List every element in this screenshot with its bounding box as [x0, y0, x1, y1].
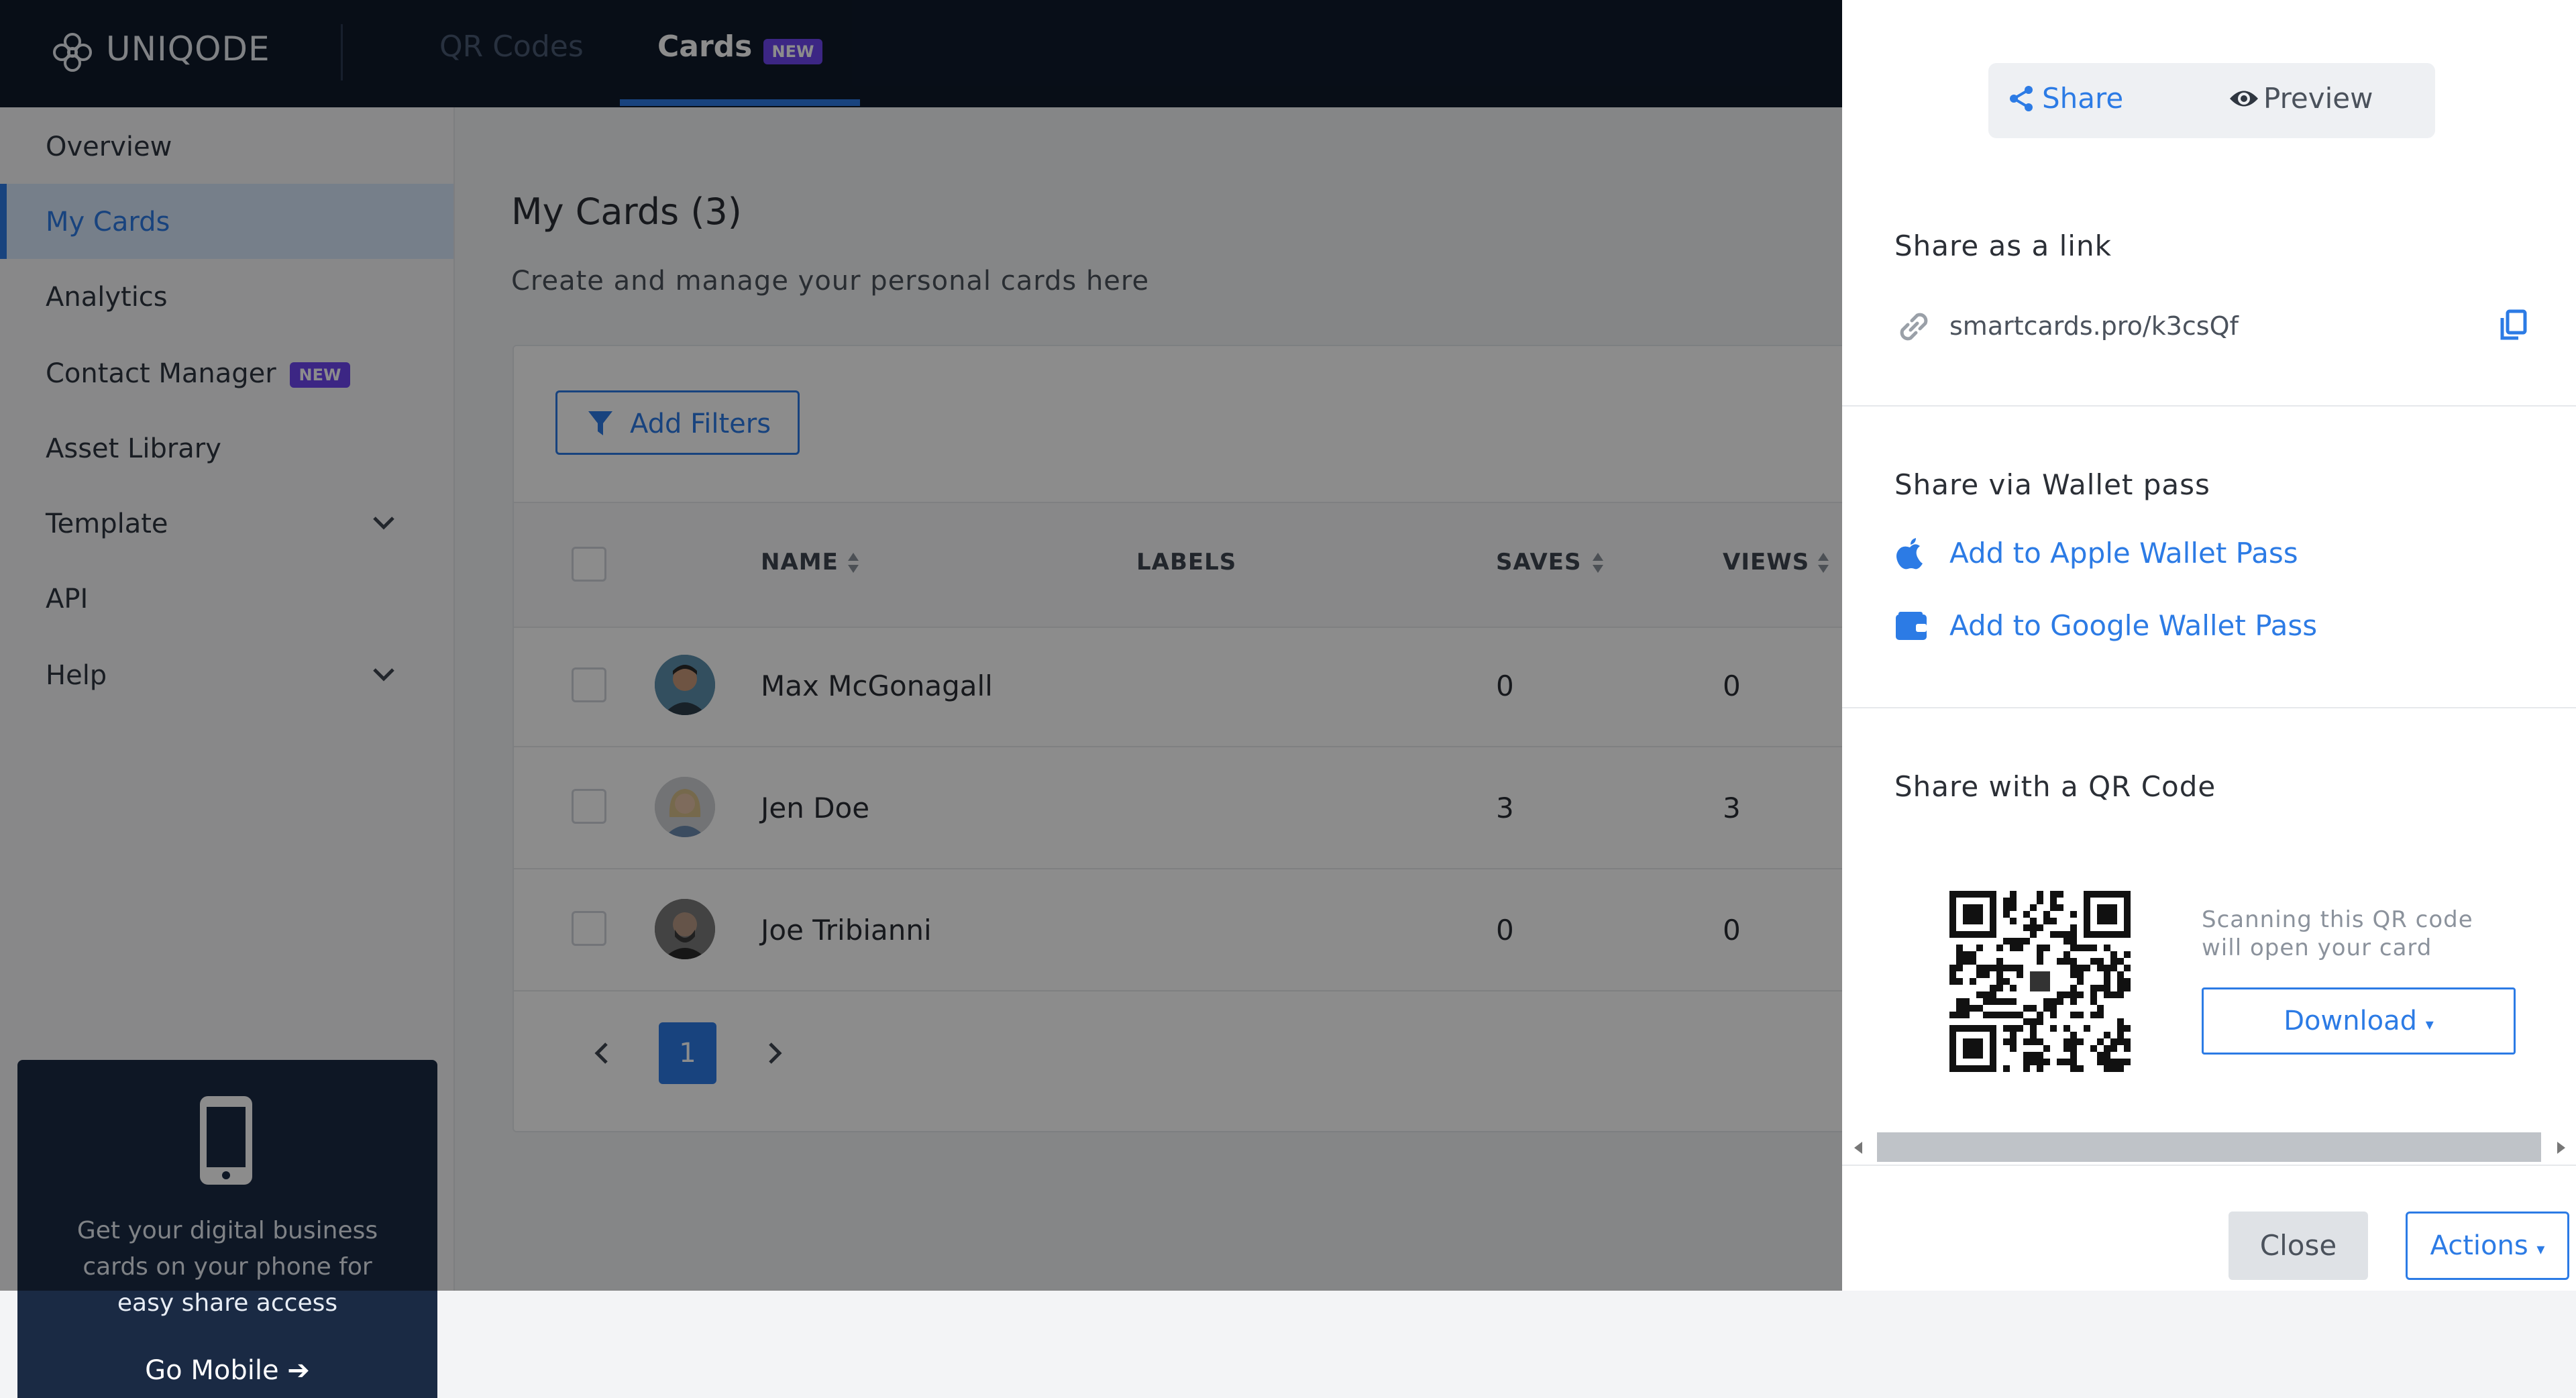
qr-note: Scanning this QR code will open your car… — [2202, 906, 2473, 961]
arrow-right-icon: ➔ — [287, 1355, 310, 1386]
scroll-right-icon[interactable] — [2557, 1142, 2565, 1154]
close-button[interactable]: Close — [2229, 1212, 2368, 1280]
go-mobile-link[interactable]: Go Mobile ➔ — [17, 1355, 437, 1386]
modal-backdrop[interactable] — [0, 0, 1842, 1291]
google-wallet-label: Add to Google Wallet Pass — [1949, 609, 2318, 642]
tab-preview-label: Preview — [2263, 82, 2373, 115]
horizontal-scrollbar[interactable] — [1842, 1132, 2576, 1162]
qr-code-image — [1949, 891, 2131, 1072]
scrollbar-thumb[interactable] — [1877, 1132, 2541, 1162]
download-label: Download — [2284, 1006, 2418, 1036]
apple-wallet-label: Add to Apple Wallet Pass — [1949, 537, 2298, 570]
tab-share-label: Share — [2042, 82, 2124, 115]
share-link-title: Share as a link — [1894, 229, 2112, 262]
eye-icon — [2229, 85, 2259, 113]
download-button[interactable]: Download ▾ — [2202, 987, 2516, 1055]
tab-preview[interactable]: Preview — [2230, 82, 2373, 115]
share-preview-toggle: Share Preview — [1988, 63, 2435, 138]
footer-divider — [1842, 1165, 2576, 1166]
share-url[interactable]: smartcards.pro/k3csQf — [1949, 311, 2239, 341]
share-drawer: Share Preview Share as a link smartcards… — [1842, 0, 2576, 1291]
wallet-icon — [1894, 610, 1928, 648]
tab-share[interactable]: Share — [2010, 82, 2124, 115]
share-icon — [2007, 85, 2035, 113]
caret-down-icon: ▾ — [2425, 1015, 2434, 1034]
section-divider — [1842, 707, 2576, 708]
caret-down-icon: ▾ — [2536, 1240, 2545, 1258]
wallet-title: Share via Wallet pass — [1894, 468, 2210, 501]
scroll-left-icon[interactable] — [1854, 1142, 1862, 1154]
qr-title: Share with a QR Code — [1894, 770, 2216, 803]
link-icon — [1894, 307, 1933, 349]
copy-icon[interactable] — [2498, 309, 2529, 345]
section-divider — [1842, 405, 2576, 407]
actions-label: Actions — [2430, 1230, 2528, 1261]
apple-icon — [1894, 537, 1925, 578]
actions-button[interactable]: Actions ▾ — [2406, 1212, 2569, 1280]
go-mobile-label: Go Mobile — [145, 1355, 279, 1386]
